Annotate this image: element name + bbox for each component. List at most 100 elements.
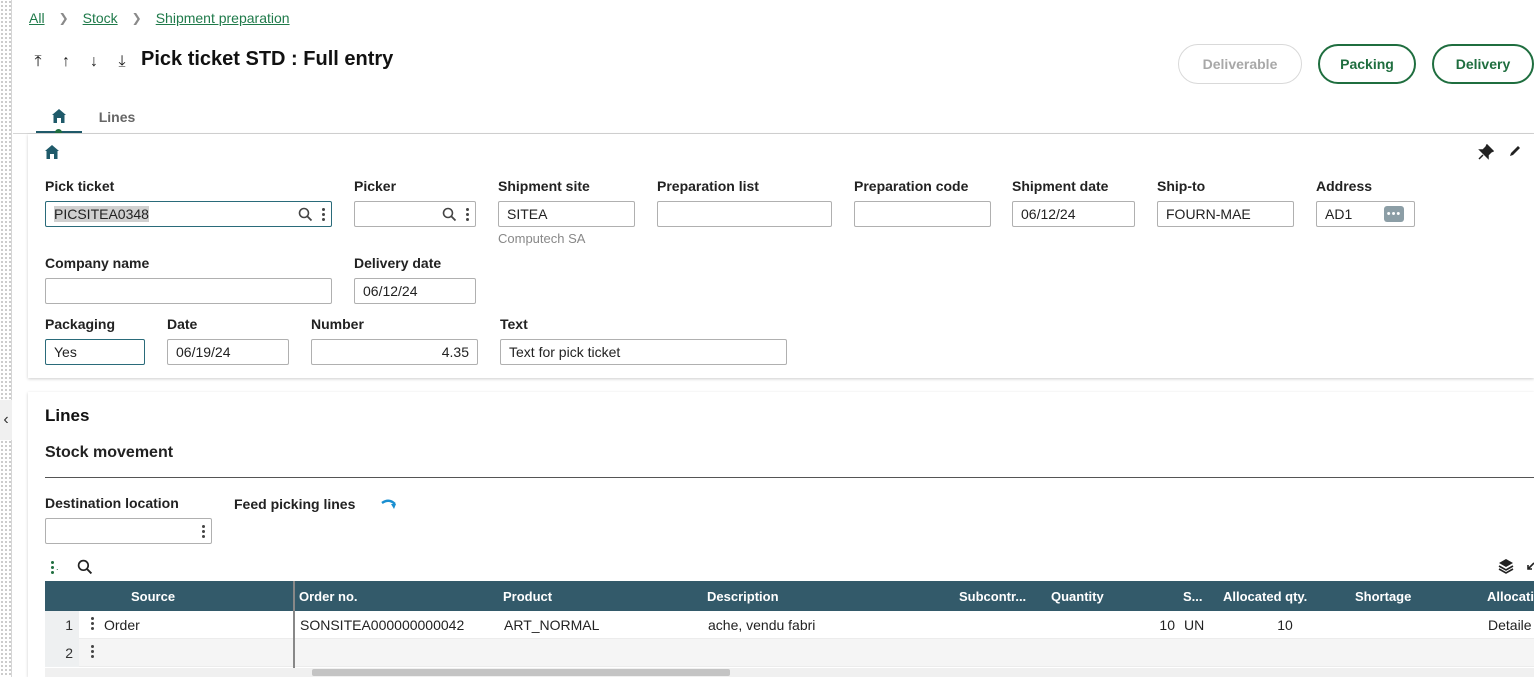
search-icon[interactable] <box>77 559 93 575</box>
column-header-allocation[interactable]: Allocatio <box>1487 581 1534 611</box>
cell-source[interactable]: Order <box>104 611 140 639</box>
breadcrumb-shipment-preparation[interactable]: Shipment preparation <box>156 10 290 26</box>
column-header-subcontr[interactable]: Subcontr... <box>959 581 1026 611</box>
delivery-date-input[interactable]: 06/12/24 <box>354 278 476 304</box>
number-input[interactable]: 4.35 <box>311 339 478 365</box>
column-header-shortage[interactable]: Shortage <box>1355 581 1411 611</box>
date-input[interactable]: 06/19/24 <box>167 339 289 365</box>
company-name-field: Company name <box>45 255 332 304</box>
column-header-quantity[interactable]: Quantity <box>1051 581 1104 611</box>
page-title: Pick ticket STD : Full entry <box>141 48 394 70</box>
column-header-allocated-qty[interactable]: Allocated qty. <box>1223 581 1307 611</box>
shipment-date-value: 06/12/24 <box>1021 206 1076 222</box>
text-label: Text <box>500 316 528 332</box>
cell-description[interactable]: ache, vendu fabri <box>708 611 815 639</box>
search-icon[interactable] <box>442 207 457 222</box>
grid-options-icon[interactable]: . <box>50 560 59 574</box>
more-options-icon[interactable] <box>201 524 205 538</box>
shipment-site-label: Shipment site <box>498 178 590 194</box>
ship-to-field: Ship-to FOURN-MAE <box>1157 178 1294 227</box>
horizontal-scrollbar[interactable] <box>45 668 1534 677</box>
ship-to-input[interactable]: FOURN-MAE <box>1157 201 1294 227</box>
breadcrumb-stock[interactable]: Stock <box>83 10 118 26</box>
feed-picking-lines-label: Feed picking lines <box>234 496 356 512</box>
preparation-list-input[interactable] <box>657 201 832 227</box>
shipment-site-input[interactable]: SITEA <box>498 201 635 227</box>
breadcrumb-all[interactable]: All <box>29 10 45 26</box>
ellipsis-icon[interactable]: ••• <box>1384 206 1404 222</box>
company-name-input[interactable] <box>45 278 332 304</box>
picker-input-icons <box>442 205 469 223</box>
tab-lines[interactable]: Lines <box>82 100 152 134</box>
preparation-list-label: Preparation list <box>657 178 759 194</box>
preparation-code-input[interactable] <box>854 201 991 227</box>
date-value: 06/19/24 <box>176 344 231 360</box>
column-header-description[interactable]: Description <box>707 581 779 611</box>
row-actions-icon[interactable] <box>90 645 94 658</box>
row-number: 2 <box>45 639 79 667</box>
text-value: Text for pick ticket <box>509 344 621 360</box>
next-record-icon[interactable]: ↓ <box>85 51 103 73</box>
destination-location-label: Destination location <box>45 495 179 511</box>
packaging-input[interactable]: Yes <box>45 339 145 365</box>
more-options-icon[interactable] <box>321 207 325 221</box>
column-header-s[interactable]: S... <box>1183 581 1203 611</box>
table-row[interactable]: 2 <box>45 639 1534 667</box>
grid-toolbar-left: . <box>50 559 93 575</box>
pick-ticket-input[interactable]: PICSITEA0348 <box>45 201 332 227</box>
stock-movement-title: Stock movement <box>45 444 174 461</box>
text-input[interactable]: Text for pick ticket <box>500 339 787 365</box>
lines-section-title: Lines <box>45 406 90 425</box>
shipment-date-label: Shipment date <box>1012 178 1109 194</box>
first-record-icon[interactable]: ⤒ <box>29 51 47 73</box>
picker-input[interactable] <box>354 201 476 227</box>
collapse-panel-icon[interactable]: ‹ <box>0 400 12 440</box>
tab-bar: Lines <box>36 100 152 136</box>
number-value: 4.35 <box>441 344 469 360</box>
cell-order-no[interactable]: SONSITEA000000000042 <box>300 611 464 639</box>
delivery-date-field: Delivery date 06/12/24 <box>354 255 476 304</box>
cell-allocated-qty[interactable]: 10 <box>1223 611 1347 639</box>
edit-pencil-icon[interactable] <box>1508 144 1522 163</box>
home-icon <box>52 108 66 123</box>
chevron-right-icon: ❯ <box>131 11 142 25</box>
destination-location-input[interactable] <box>45 518 212 544</box>
cell-quantity[interactable]: 10 <box>1051 611 1175 639</box>
number-label: Number <box>311 316 364 332</box>
left-panel-edge <box>0 0 12 677</box>
layers-icon[interactable] <box>1498 558 1514 574</box>
scrollbar-thumb[interactable] <box>312 669 730 676</box>
column-header-order-no[interactable]: Order no. <box>299 581 358 611</box>
tab-home[interactable] <box>36 100 82 136</box>
ship-to-value: FOURN-MAE <box>1166 206 1251 222</box>
address-input[interactable]: AD1 ••• <box>1316 201 1415 227</box>
row-actions-icon[interactable] <box>90 617 94 630</box>
company-name-label: Company name <box>45 255 150 271</box>
delivery-button[interactable]: Delivery <box>1432 44 1534 84</box>
deliverable-button[interactable]: Deliverable <box>1178 44 1302 84</box>
column-header-source[interactable]: Source <box>131 581 175 611</box>
packaging-label: Packaging <box>45 316 116 332</box>
shipment-site-value: SITEA <box>507 206 548 222</box>
packing-button[interactable]: Packing <box>1318 44 1416 84</box>
column-header-product[interactable]: Product <box>503 581 552 611</box>
picker-label: Picker <box>354 178 397 194</box>
feed-arrow-icon[interactable] <box>380 498 398 517</box>
frozen-column-divider[interactable] <box>293 581 295 671</box>
cell-s[interactable]: UN <box>1184 611 1204 639</box>
search-icon[interactable] <box>298 207 313 222</box>
previous-record-icon[interactable]: ↑ <box>57 51 75 73</box>
chevron-right-icon: ❯ <box>58 11 69 25</box>
last-record-icon[interactable]: ⤓ <box>113 51 131 73</box>
text-field: Text Text for pick ticket <box>500 316 787 365</box>
shipment-date-input[interactable]: 06/12/24 <box>1012 201 1135 227</box>
cell-product[interactable]: ART_NORMAL <box>504 611 599 639</box>
table-row[interactable]: 1 Order SONSITEA000000000042 ART_NORMAL … <box>45 611 1534 639</box>
more-options-icon[interactable] <box>465 207 469 221</box>
pick-ticket-card: Pick ticket PICSITEA0348 Picker Shipment… <box>28 134 1534 378</box>
pin-icon[interactable] <box>1478 143 1495 163</box>
shipment-date-field: Shipment date 06/12/24 <box>1012 178 1135 227</box>
action-buttons: Deliverable Packing Delivery <box>1178 44 1534 84</box>
cell-allocation[interactable]: Detaile <box>1488 611 1534 639</box>
collapse-icon[interactable] <box>1526 559 1534 573</box>
